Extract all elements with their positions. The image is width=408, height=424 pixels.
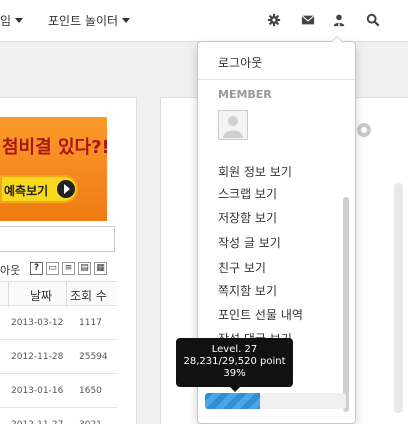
row-date: 2013-01-16 xyxy=(11,386,64,396)
tooltip-arrow xyxy=(230,387,240,392)
menu-item-scraps[interactable]: 스크랩 보기 xyxy=(218,185,277,202)
row-date: 2013-03-12 xyxy=(11,318,64,328)
tooltip-percent: 39% xyxy=(223,368,246,379)
menu-item-point-gifts[interactable]: 포인트 선물 내역 xyxy=(218,306,303,323)
column-views[interactable]: 조회 수 xyxy=(70,287,107,304)
column-date[interactable]: 날짜 xyxy=(30,287,52,304)
banner-button-label: 예측보기 xyxy=(4,184,49,198)
row-views: 1650 xyxy=(79,386,102,396)
level-progress-fill xyxy=(205,393,260,409)
banner-predict-button[interactable]: 예측보기 xyxy=(0,175,78,203)
level-tooltip: Level. 27 28,231/29,520 point 39% xyxy=(176,338,293,387)
row-views: 3021 xyxy=(79,420,102,424)
table-row[interactable]: 2013-01-16 1650 xyxy=(0,374,117,408)
table-row[interactable]: 2012-11-27 3021 xyxy=(0,408,117,424)
help-icon[interactable]: ? xyxy=(30,262,43,275)
table-row[interactable]: 2013-03-12 1117 xyxy=(0,306,117,340)
nav-item-label: 임 xyxy=(0,14,12,28)
row-views: 25594 xyxy=(79,352,108,362)
avatar[interactable] xyxy=(218,110,248,140)
banner-title: 첨비결 있다?! xyxy=(2,137,107,158)
dropdown-caret-inner xyxy=(332,37,342,42)
view-mode-label: 아웃 xyxy=(0,264,21,277)
column-divider xyxy=(8,282,9,307)
row-date: 2012-11-27 xyxy=(11,420,63,424)
table-row[interactable]: 2012-11-28 25594 xyxy=(0,340,117,374)
logout-menu-item[interactable]: 로그아웃 xyxy=(218,54,262,71)
menu-item-my-posts[interactable]: 작성 글 보기 xyxy=(218,234,281,251)
board-table: 날짜 조회 수 2013-03-12 1117 2012-11-28 25594… xyxy=(0,281,117,424)
dropdown-scrollbar[interactable] xyxy=(343,197,349,412)
nav-item-label: 포인트 놀이터 xyxy=(48,14,119,28)
menu-divider xyxy=(198,79,355,80)
menu-item-friends[interactable]: 친구 보기 xyxy=(218,259,266,276)
caret-down-icon xyxy=(122,18,131,23)
compact-view-icon[interactable]: ≡ xyxy=(62,262,75,275)
board-search-input[interactable] xyxy=(0,226,115,252)
member-section-header: MEMBER xyxy=(218,88,272,101)
play-icon xyxy=(57,180,75,198)
menu-item-saved[interactable]: 저장함 보기 xyxy=(218,209,277,226)
panel-settings-icon[interactable] xyxy=(357,123,371,137)
gear-icon[interactable] xyxy=(267,13,281,27)
user-icon xyxy=(332,13,346,27)
column-divider xyxy=(66,282,67,307)
search-icon[interactable] xyxy=(366,13,380,27)
list-view-icon[interactable]: ▭ xyxy=(46,262,59,275)
envelope-icon[interactable] xyxy=(301,13,315,27)
detail-view-icon[interactable]: ▤ xyxy=(78,262,91,275)
row-date: 2012-11-28 xyxy=(11,352,64,362)
tooltip-points: 28,231/29,520 point xyxy=(183,356,286,367)
top-navbar: 임 포인트 놀이터 xyxy=(0,0,408,42)
caret-down-icon xyxy=(15,18,24,23)
table-header: 날짜 조회 수 xyxy=(0,281,117,307)
nav-item-game[interactable]: 임 xyxy=(0,12,24,29)
grid-view-icon[interactable]: ▦ xyxy=(94,262,107,275)
nav-item-point-playground[interactable]: 포인트 놀이터 xyxy=(48,12,131,29)
promo-banner[interactable]: 첨비결 있다?! 예측보기 xyxy=(0,117,107,221)
tooltip-level: Level. 27 xyxy=(211,344,258,355)
view-mode-toolbar: ? ▭ ≡ ▤ ▦ xyxy=(30,262,107,275)
level-progress-bar xyxy=(205,393,346,409)
panel-scrollbar[interactable] xyxy=(394,183,403,413)
menu-item-messages[interactable]: 쪽지함 보기 xyxy=(218,282,277,299)
row-views: 1117 xyxy=(79,318,102,328)
menu-item-member-info[interactable]: 회원 정보 보기 xyxy=(218,163,292,180)
